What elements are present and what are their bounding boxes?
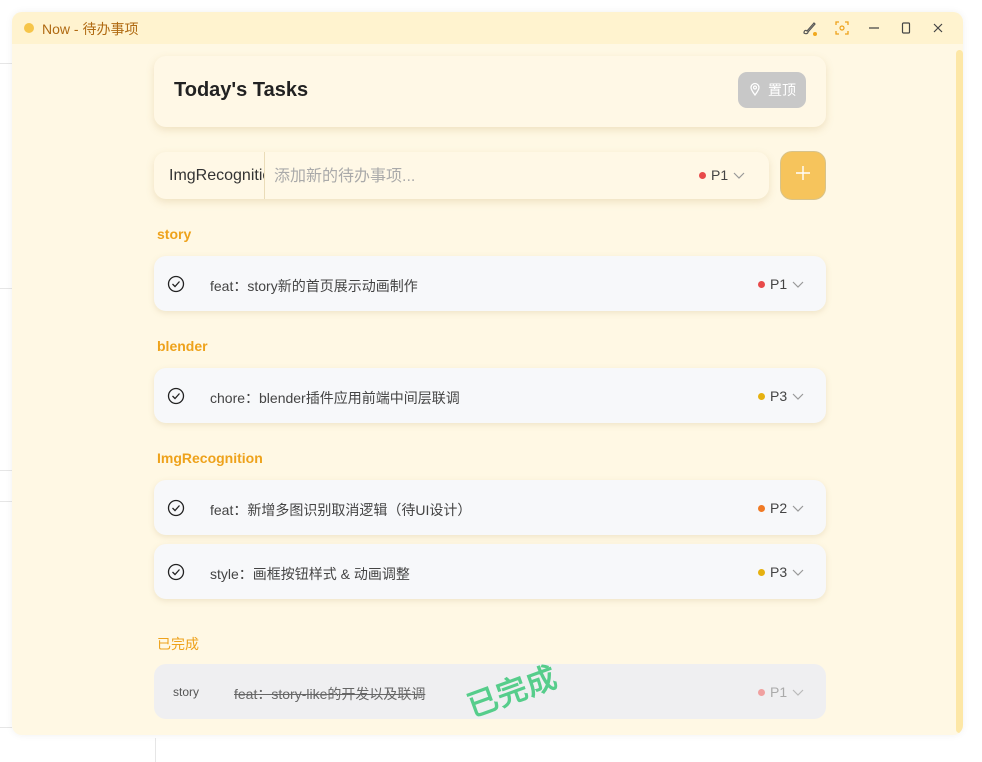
plus-icon [795,165,811,186]
priority-value: P3 [770,388,788,404]
scrollbar[interactable] [956,50,963,733]
add-task-button[interactable] [780,151,826,200]
task-priority-select[interactable]: P1 [758,276,804,292]
bg-divider [0,727,12,728]
theme-brush-button[interactable] [798,18,820,38]
priority-value: P2 [770,500,788,516]
chevron-down-icon [733,167,745,183]
pin-icon [748,82,768,99]
close-button[interactable] [927,18,949,38]
priority-value: P1 [770,684,788,700]
chevron-down-icon [792,276,804,292]
completed-section-label: 已完成 [157,636,199,652]
bg-divider [0,63,12,64]
check-circle-icon[interactable] [167,563,185,586]
minimize-button[interactable] [863,18,885,38]
close-icon [932,22,944,34]
chevron-down-icon [792,684,804,700]
check-circle-icon[interactable] [167,387,185,410]
priority-dot [758,568,765,576]
task-text: chore：blender插件应用前端中间层联调 [210,390,460,406]
task-item[interactable]: style：画框按钮样式 & 动画调整 P3 [154,544,826,599]
bg-divider [0,288,12,289]
task-text: style：画框按钮样式 & 动画调整 [210,566,410,582]
category-input[interactable]: ImgRecognition [154,152,265,199]
chevron-down-icon [792,500,804,516]
group-label-imgrecognition: ImgRecognition [157,450,263,466]
maximize-icon [900,22,912,34]
priority-select[interactable]: P1 [699,167,745,183]
task-text: feat：story-like的开发以及联调 [234,686,426,702]
task-priority-select[interactable]: P2 [758,500,804,516]
check-circle-icon[interactable] [167,275,185,298]
header-card: Today's Tasks 置顶 [154,56,826,127]
priority-dot [699,171,706,179]
brush-icon [801,20,817,36]
title-bar[interactable]: Now - 待办事项 [12,12,963,44]
minimize-icon [868,22,880,34]
priority-dot [758,392,765,400]
task-item[interactable]: feat：story新的首页展示动画制作 P1 [154,256,826,311]
app-status-dot [24,23,34,33]
new-task-bar: ImgRecognition P1 [154,152,769,201]
task-item[interactable]: chore：blender插件应用前端中间层联调 P3 [154,368,826,423]
chevron-down-icon [792,388,804,404]
group-label-story: story [157,226,192,242]
pin-button[interactable]: 置顶 [738,72,806,108]
bg-divider [155,738,156,762]
task-item[interactable]: feat：新增多图识别取消逻辑（待UI设计） P2 [154,480,826,535]
screenshot-button[interactable] [831,18,853,38]
pin-label: 置顶 [768,82,796,98]
priority-value: P1 [711,167,729,183]
todo-window: Now - 待办事项 Today's Tasks 置顶 ImgRecogniti… [12,12,963,735]
task-text: feat：新增多图识别取消逻辑（待UI设计） [210,502,472,518]
priority-value: P1 [770,276,788,292]
task-priority-select[interactable]: P3 [758,388,804,404]
check-circle-icon[interactable] [167,499,185,522]
priority-dot [758,504,765,512]
group-label-blender: blender [157,338,208,354]
maximize-button[interactable] [895,18,917,38]
priority-dot [758,280,765,288]
page-title: Today's Tasks [174,79,309,101]
capture-icon [835,21,849,35]
task-priority-select[interactable]: P1 [758,684,804,700]
bg-divider [0,501,12,502]
priority-value: P3 [770,564,788,580]
task-category: story [173,685,200,699]
task-text: feat：story新的首页展示动画制作 [210,278,418,294]
new-task-input[interactable] [266,152,686,201]
chevron-down-icon [792,564,804,580]
bg-divider [0,470,12,471]
priority-dot [758,688,765,696]
window-title: Now - 待办事项 [42,21,139,37]
task-priority-select[interactable]: P3 [758,564,804,580]
